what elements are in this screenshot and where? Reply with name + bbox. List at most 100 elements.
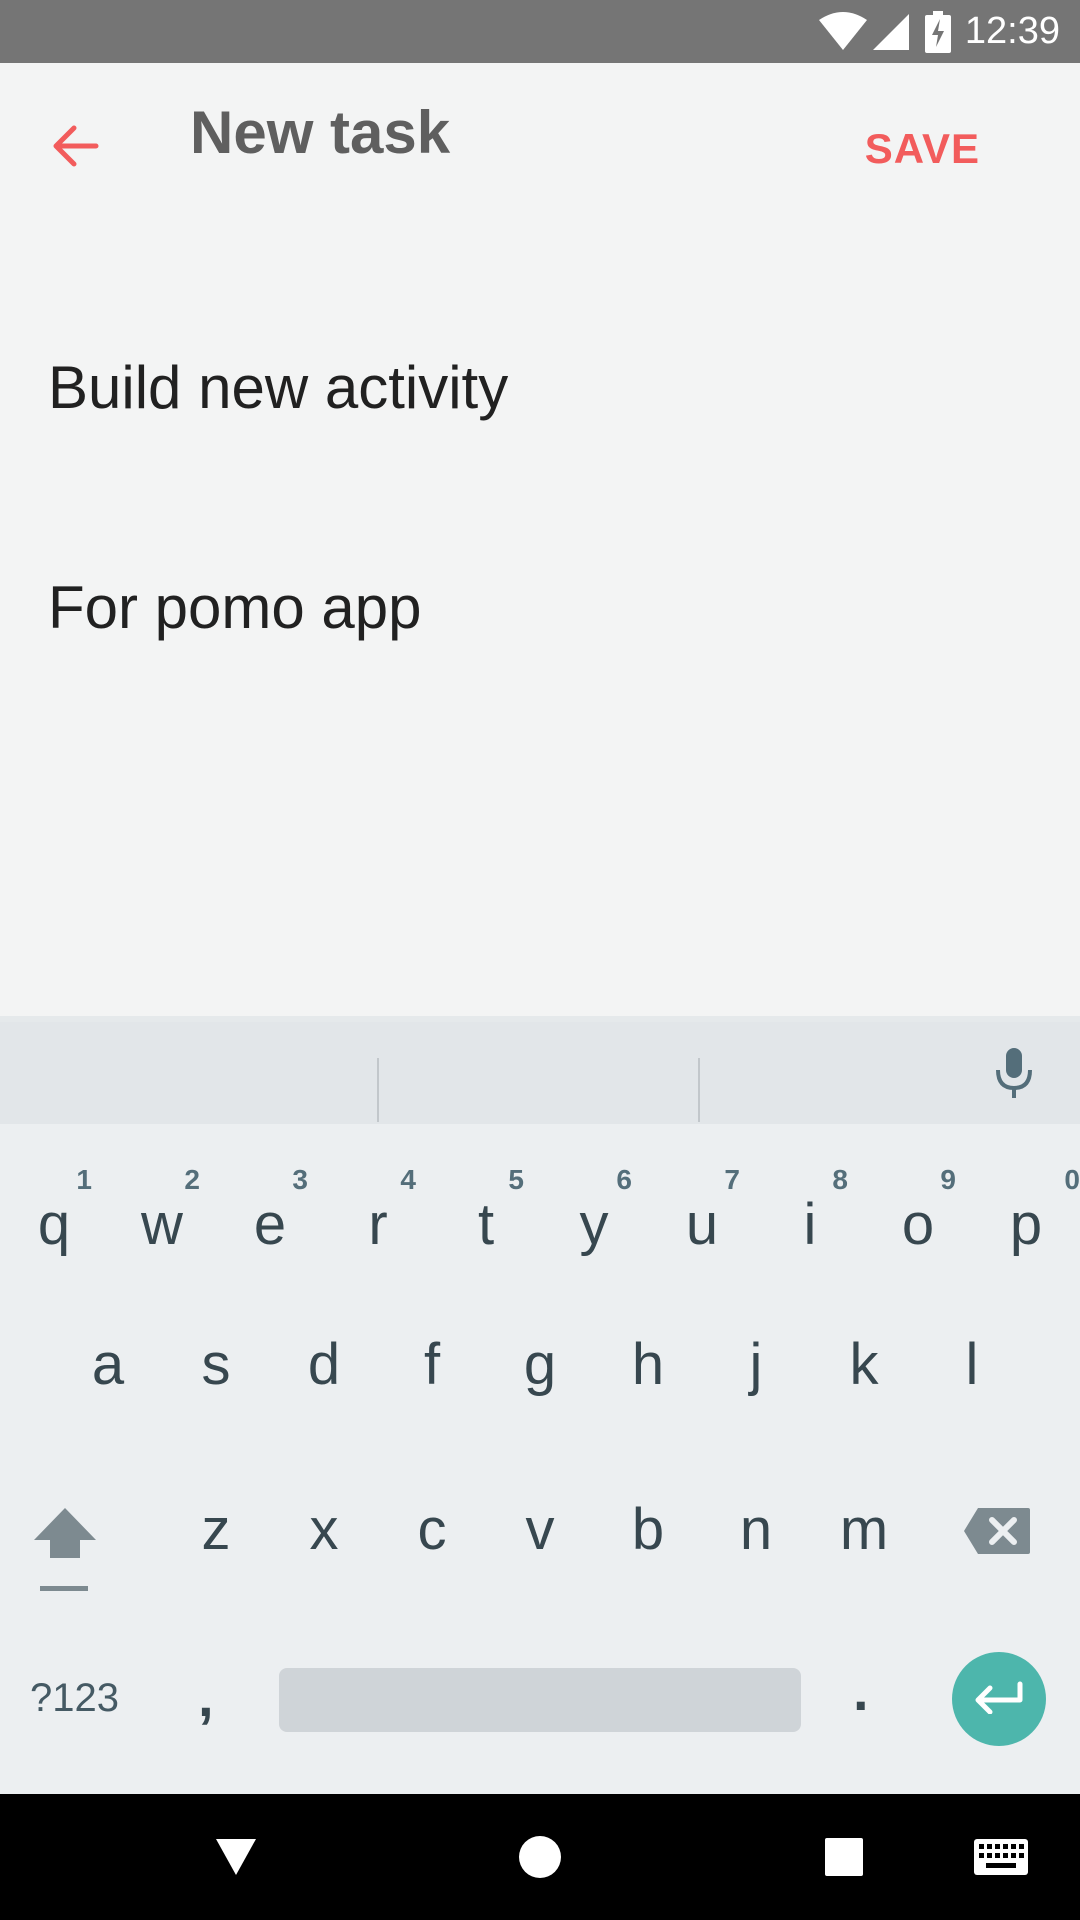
enter-key[interactable] [952, 1652, 1046, 1746]
key-o[interactable]: 9o [864, 1166, 972, 1286]
home-circle-icon [518, 1835, 562, 1884]
key-m[interactable]: m [810, 1481, 918, 1601]
status-icons: 12:39 [818, 0, 1060, 63]
back-button[interactable] [30, 103, 120, 193]
key-e[interactable]: 3e [216, 1166, 324, 1286]
navigation-bar [0, 1794, 1080, 1920]
key-hint: 3 [292, 1164, 308, 1195]
key-t[interactable]: 5t [432, 1166, 540, 1286]
key-hint: 5 [508, 1164, 524, 1195]
enter-arrow-icon [972, 1680, 1026, 1719]
suggestion-bar [0, 1022, 1080, 1124]
back-triangle-icon [214, 1837, 258, 1882]
recents-square-icon [824, 1837, 864, 1882]
key-label: g [523, 1332, 557, 1397]
nav-recents-button[interactable] [809, 1824, 879, 1894]
status-bar: 12:39 [0, 0, 1080, 63]
key-label: m [839, 1497, 889, 1562]
key-label: t [477, 1192, 495, 1257]
key-hint: 9 [940, 1164, 956, 1195]
space-bar[interactable] [279, 1668, 801, 1732]
key-hint: 4 [400, 1164, 416, 1195]
key-hint: 0 [1064, 1164, 1080, 1195]
key-hint: 8 [832, 1164, 848, 1195]
key-k[interactable]: k [810, 1316, 918, 1436]
key-label: l [965, 1332, 979, 1397]
key-n[interactable]: n [702, 1481, 810, 1601]
voice-input-button[interactable] [974, 1036, 1054, 1116]
keyboard-icon [974, 1838, 1028, 1880]
key-hint: 2 [184, 1164, 200, 1195]
microphone-icon [994, 1046, 1034, 1107]
key-label: h [631, 1332, 665, 1397]
key-v[interactable]: v [486, 1481, 594, 1601]
key-hint: 7 [724, 1164, 740, 1195]
battery-charging-icon [924, 10, 951, 53]
backspace-icon [962, 1508, 1032, 1560]
key-p[interactable]: 0p [972, 1166, 1080, 1286]
key-a[interactable]: a [54, 1316, 162, 1436]
key-hint: 6 [616, 1164, 632, 1195]
key-label: d [307, 1332, 341, 1397]
key-l[interactable]: l [918, 1316, 1026, 1436]
key-label: r [368, 1192, 388, 1257]
key-g[interactable]: g [486, 1316, 594, 1436]
key-q[interactable]: 1q [0, 1166, 108, 1286]
key-hint: 1 [76, 1164, 92, 1195]
key-i[interactable]: 8i [756, 1166, 864, 1286]
key-label: f [423, 1332, 441, 1397]
key-h[interactable]: h [594, 1316, 702, 1436]
key-label: x [309, 1497, 339, 1562]
key-b[interactable]: b [594, 1481, 702, 1601]
key-label: p [1009, 1192, 1043, 1257]
key-label: u [685, 1192, 719, 1257]
key-label: e [253, 1192, 287, 1257]
key-label: v [525, 1497, 555, 1562]
nav-back-button[interactable] [201, 1824, 271, 1894]
key-f[interactable]: f [378, 1316, 486, 1436]
task-title-field[interactable]: Build new activity [48, 358, 508, 418]
key-j[interactable]: j [702, 1316, 810, 1436]
shift-arrow-icon [30, 1508, 100, 1600]
key-label: z [201, 1497, 231, 1562]
key-u[interactable]: 7u [648, 1166, 756, 1286]
key-x[interactable]: x [270, 1481, 378, 1601]
nav-keyboard-switch-button[interactable] [966, 1824, 1036, 1894]
key-c[interactable]: c [378, 1481, 486, 1601]
key-r[interactable]: 4r [324, 1166, 432, 1286]
comma-key[interactable]: , [198, 1664, 214, 1729]
key-z[interactable]: z [162, 1481, 270, 1601]
app-bar: New task SAVE [0, 63, 1080, 213]
backspace-key[interactable] [962, 1506, 1072, 1576]
key-label: s [201, 1332, 231, 1397]
key-s[interactable]: s [162, 1316, 270, 1436]
nav-home-button[interactable] [505, 1824, 575, 1894]
page-title: New task [190, 99, 451, 166]
symbols-key[interactable]: ?123 [30, 1676, 119, 1721]
key-label: y [579, 1192, 609, 1257]
key-label: b [631, 1497, 665, 1562]
soft-keyboard: 1q 2w 3e 4r 5t 6y 7u 8i 9o 0p a s d f g … [0, 1016, 1080, 1794]
cell-signal-icon [872, 12, 909, 52]
key-y[interactable]: 6y [540, 1166, 648, 1286]
task-description-field[interactable]: For pomo app [48, 578, 422, 638]
key-label: j [749, 1332, 763, 1397]
key-label: i [803, 1192, 817, 1257]
key-label: w [141, 1192, 183, 1257]
key-label: o [901, 1192, 935, 1257]
key-d[interactable]: d [270, 1316, 378, 1436]
status-clock: 12:39 [964, 10, 1060, 52]
arrow-left-icon [50, 124, 100, 173]
key-label: k [849, 1332, 879, 1397]
save-button[interactable]: SAVE [865, 125, 980, 173]
key-label: q [37, 1192, 71, 1257]
key-label: a [91, 1332, 125, 1397]
suggestion-divider [377, 1058, 379, 1122]
key-label: c [417, 1497, 447, 1562]
suggestion-divider [698, 1058, 700, 1122]
key-w[interactable]: 2w [108, 1166, 216, 1286]
wifi-icon [818, 11, 867, 52]
period-key[interactable]: . [853, 1658, 869, 1723]
key-label: n [739, 1497, 773, 1562]
shift-key[interactable] [30, 1506, 120, 1616]
